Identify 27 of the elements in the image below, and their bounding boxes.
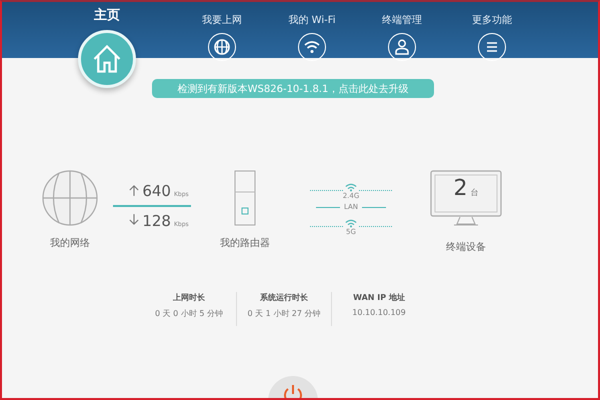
router-drawing	[234, 170, 256, 226]
monitor-drawing	[430, 170, 502, 226]
nav-tab[interactable]: 更多功能	[447, 2, 537, 61]
power-icon	[283, 384, 303, 398]
home-icon	[92, 44, 122, 74]
info-title: WAN IP 地址	[353, 292, 405, 303]
download-speed: 128	[142, 212, 171, 230]
arrow-up-icon	[129, 184, 140, 196]
devices-label: 终端设备	[446, 240, 486, 254]
nav-tab[interactable]: 我的 Wi-Fi	[267, 2, 357, 61]
info-title: 上网时长	[173, 292, 205, 303]
wifi-icon	[345, 218, 357, 228]
device-count: 2	[454, 176, 468, 201]
arrow-down-icon	[129, 214, 140, 226]
nav-tab[interactable]: 终端管理	[357, 2, 447, 61]
device-count-unit: 台	[470, 187, 478, 198]
wifi-icon	[345, 182, 357, 192]
upload-speed: 640	[142, 182, 171, 200]
info-title: 系统运行时长	[260, 292, 308, 303]
nav-tab[interactable]: 主页	[62, 2, 152, 88]
info-value: 0 天 0 小时 5 分钟	[155, 308, 223, 319]
info-value: 0 天 1 小时 27 分钟	[247, 308, 321, 319]
router-label: 我的路由器	[220, 236, 270, 250]
globe-drawing	[42, 170, 98, 226]
info-value: 10.10.10.109	[352, 308, 406, 317]
nav-tab[interactable]: 我要上网	[177, 2, 267, 61]
network-label: 我的网络	[50, 236, 90, 250]
